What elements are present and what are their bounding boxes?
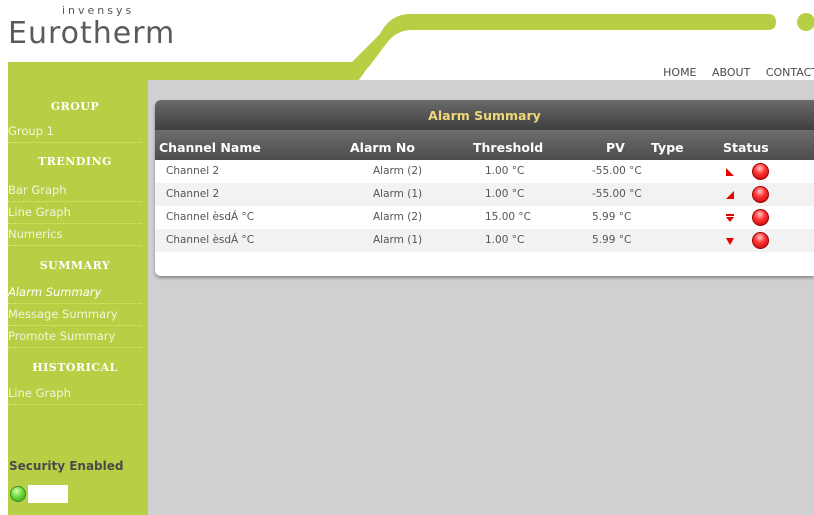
nav-about[interactable]: ABOUT xyxy=(712,66,750,79)
column-header-alarm-no[interactable]: Alarm No xyxy=(350,140,415,155)
security-green-led-icon xyxy=(10,486,26,502)
cell-alarm-no: Alarm (1) xyxy=(373,188,423,200)
nav-home[interactable]: HOME xyxy=(663,66,696,79)
table-row[interactable]: Channel 2 Alarm (2) 1.00 °C -55.00 °C xyxy=(155,160,814,183)
column-header-channel-name[interactable]: Channel Name xyxy=(159,140,261,155)
alarm-summary-panel: Alarm Summary Channel Name Alarm No Thre… xyxy=(155,100,814,276)
cell-pv: 5.99 °C xyxy=(592,211,632,223)
sidebar-item-promote-summary[interactable]: Promote Summary xyxy=(8,327,142,348)
sidebar-item-group-1[interactable]: Group 1 xyxy=(8,122,142,143)
alarm-active-red-led-icon[interactable] xyxy=(752,209,769,226)
column-header-type[interactable]: Type xyxy=(651,140,684,155)
cell-channel-name: Channel 2 xyxy=(166,188,220,200)
security-indicator-box xyxy=(28,485,68,503)
cell-threshold: 1.00 °C xyxy=(485,234,525,246)
sidebar-heading-historical: HISTORICAL xyxy=(32,361,118,374)
sidebar-item-alarm-summary[interactable]: Alarm Summary xyxy=(8,283,142,304)
sidebar-item-historical-line-graph[interactable]: Line Graph xyxy=(8,384,142,405)
security-status-label: Security Enabled xyxy=(9,459,124,473)
sidebar-item-line-graph[interactable]: Line Graph xyxy=(8,203,142,224)
panel-title: Alarm Summary xyxy=(428,108,541,123)
cell-alarm-no: Alarm (1) xyxy=(373,234,423,246)
sidebar-heading-summary: SUMMARY xyxy=(39,259,111,272)
table-row[interactable]: Channel èsdÁ °C Alarm (1) 1.00 °C 5.99 °… xyxy=(155,229,814,252)
sidebar-heading-group: GROUP xyxy=(50,100,100,113)
cell-alarm-no: Alarm (2) xyxy=(373,165,423,177)
sidebar: GROUP Group 1 TRENDING Bar Graph Line Gr… xyxy=(8,84,148,515)
sidebar-heading-trending: TRENDING xyxy=(38,155,112,168)
cell-channel-name: Channel èsdÁ °C xyxy=(166,211,255,223)
cell-channel-name: Channel 2 xyxy=(166,165,220,177)
header: invensys Eurotherm HOME ABOUT CONTACT xyxy=(0,0,814,84)
deviation-low-icon xyxy=(726,214,734,222)
cell-threshold: 1.00 °C xyxy=(485,188,525,200)
sidebar-item-message-summary[interactable]: Message Summary xyxy=(8,305,142,326)
column-header-status[interactable]: Status xyxy=(723,140,769,155)
alarm-active-red-led-icon[interactable] xyxy=(752,163,769,180)
nav-contact[interactable]: CONTACT xyxy=(766,66,814,79)
top-nav: HOME ABOUT CONTACT xyxy=(651,66,814,79)
alarm-active-red-led-icon[interactable] xyxy=(752,186,769,203)
main-content: Alarm Summary Channel Name Alarm No Thre… xyxy=(148,84,814,515)
cell-threshold: 15.00 °C xyxy=(485,211,531,223)
column-header-pv[interactable]: PV xyxy=(606,140,625,155)
alarm-active-red-led-icon[interactable] xyxy=(752,232,769,249)
column-header-threshold[interactable]: Threshold xyxy=(473,140,543,155)
cell-pv: -55.00 °C xyxy=(592,165,642,177)
absolute-low-icon xyxy=(726,238,734,245)
brand-logo: Eurotherm xyxy=(8,16,176,51)
cell-channel-name: Channel èsdÁ °C xyxy=(166,234,255,246)
rate-of-change-falling-icon xyxy=(726,168,734,176)
table-row[interactable]: Channel 2 Alarm (1) 1.00 °C -55.00 °C xyxy=(155,183,814,206)
cell-alarm-no: Alarm (2) xyxy=(373,211,423,223)
cell-pv: 5.99 °C xyxy=(592,234,632,246)
sidebar-item-bar-graph[interactable]: Bar Graph xyxy=(8,181,142,202)
sidebar-item-numerics[interactable]: Numerics xyxy=(8,225,142,246)
cell-pv: -55.00 °C xyxy=(592,188,642,200)
rate-of-change-rising-icon xyxy=(726,191,734,199)
table-row[interactable]: Channel èsdÁ °C Alarm (2) 15.00 °C 5.99 … xyxy=(155,206,814,229)
cell-threshold: 1.00 °C xyxy=(485,165,525,177)
